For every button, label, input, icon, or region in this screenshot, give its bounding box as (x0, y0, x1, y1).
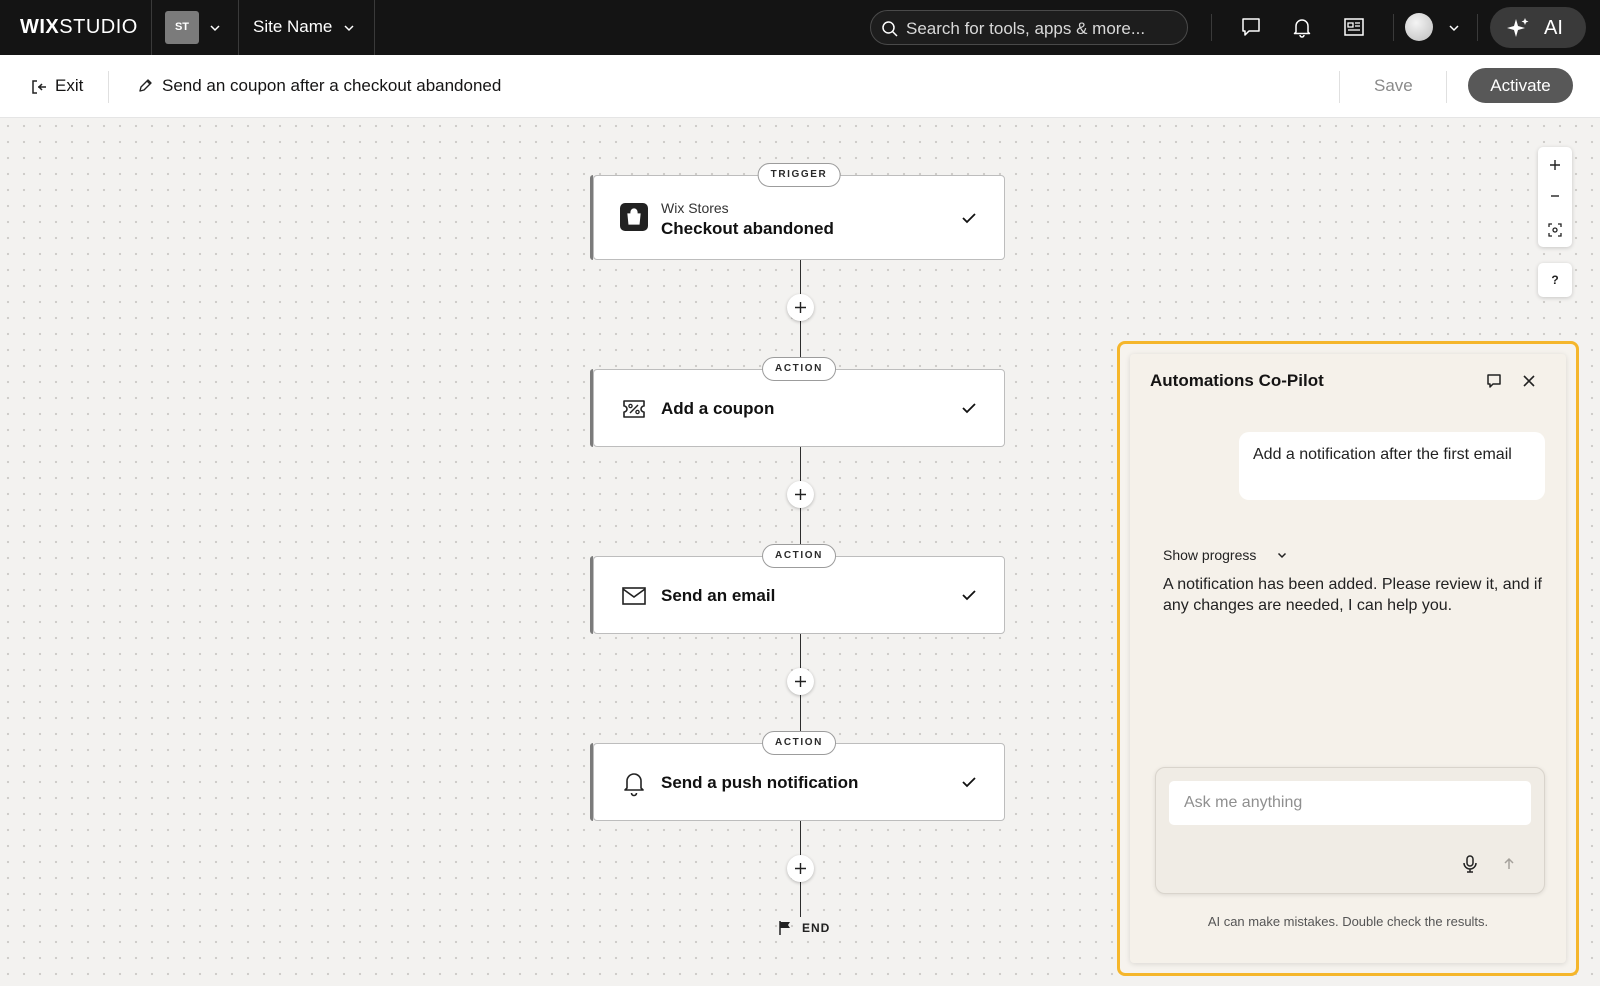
user-message-bubble: Add a notification after the first email (1239, 432, 1545, 500)
node-badge: TRIGGER (757, 163, 841, 187)
trigger-node[interactable]: TRIGGER Wix Stores Checkout abandoned (590, 163, 1005, 260)
bell-icon (624, 773, 644, 797)
zoom-out-icon[interactable] (1547, 188, 1563, 204)
zoom-controls (1538, 147, 1572, 247)
plus-icon (795, 676, 806, 687)
ai-button[interactable]: AI (1490, 7, 1586, 48)
exit-icon (32, 80, 46, 94)
chevron-down-icon (1277, 552, 1287, 559)
node-label: Checkout abandoned (661, 219, 834, 238)
exit-label: Exit (55, 76, 84, 95)
action-node-coupon[interactable]: ACTION Add a coupon (590, 357, 1005, 447)
plus-icon (795, 302, 806, 313)
add-step-button[interactable] (787, 481, 814, 508)
microphone-icon[interactable] (1461, 854, 1479, 874)
site-name-menu[interactable]: Site Name (253, 17, 332, 37)
ai-label: AI (1544, 17, 1563, 39)
chevron-down-icon[interactable] (341, 20, 357, 36)
node-badge: ACTION (762, 731, 836, 755)
plus-icon (795, 863, 806, 874)
ask-input[interactable] (1169, 781, 1531, 825)
automation-header: Exit Send an coupon after a checkout aba… (0, 55, 1600, 118)
node-label: Send an email (661, 586, 776, 605)
check-icon (962, 403, 976, 414)
search-icon (882, 21, 898, 37)
divider (108, 71, 109, 103)
envelope-icon (622, 587, 646, 605)
bell-icon[interactable] (1290, 15, 1314, 39)
automations-copilot-panel: Automations Co-Pilot Add a notification … (1117, 341, 1579, 976)
copilot-content: Automations Co-Pilot Add a notification … (1130, 354, 1566, 963)
show-progress-toggle[interactable]: Show progress (1163, 547, 1287, 563)
save-button[interactable]: Save (1374, 76, 1413, 96)
flag-icon (779, 921, 790, 935)
send-arrow-icon[interactable] (1501, 856, 1517, 872)
node-badge: ACTION (762, 544, 836, 568)
news-icon[interactable] (1342, 15, 1366, 39)
automation-title-text: Send an coupon after a checkout abandone… (162, 76, 502, 95)
divider (374, 0, 375, 55)
divider (1393, 14, 1394, 41)
fit-to-screen-icon[interactable] (1547, 222, 1563, 238)
chevron-down-icon[interactable] (207, 20, 223, 36)
activate-button[interactable]: Activate (1468, 68, 1573, 103)
add-step-button[interactable] (787, 294, 814, 321)
action-node-email[interactable]: ACTION Send an email (590, 544, 1005, 634)
search-placeholder: Search for tools, apps & more... (906, 19, 1146, 38)
coupon-icon (623, 400, 645, 418)
ai-disclaimer: AI can make mistakes. Double check the r… (1207, 914, 1489, 929)
end-label: END (802, 921, 831, 935)
node-label: Send a push notification (661, 773, 859, 792)
node-app-name: Wix Stores (661, 200, 729, 216)
wix-studio-logo[interactable]: WIXSTUDIO (20, 15, 138, 39)
node-label: Add a coupon (661, 399, 775, 418)
help-button[interactable]: ? (1538, 263, 1572, 297)
top-bar: WIXSTUDIO ST Site Name Search for tools,… (0, 0, 1600, 55)
chat-history-icon[interactable] (1485, 372, 1503, 390)
action-node-push-notification[interactable]: ACTION Send a push notification (590, 731, 1005, 821)
check-icon (962, 777, 976, 788)
divider (1446, 71, 1447, 103)
user-avatar[interactable] (1405, 13, 1433, 41)
copilot-title: Automations Co-Pilot (1150, 371, 1324, 390)
plus-icon (795, 489, 806, 500)
node-badge: ACTION (762, 357, 836, 381)
divider (238, 0, 239, 55)
search-bar[interactable]: Search for tools, apps & more... (870, 10, 1188, 45)
assistant-message: A notification has been added. Please re… (1163, 576, 1542, 614)
chat-icon[interactable] (1239, 15, 1263, 39)
divider (1211, 14, 1212, 41)
site-avatar[interactable]: ST (165, 11, 199, 44)
add-step-button[interactable] (787, 668, 814, 695)
add-step-button[interactable] (787, 855, 814, 882)
show-progress-label: Show progress (1163, 547, 1257, 563)
close-icon[interactable] (1520, 372, 1538, 390)
check-icon (962, 213, 976, 224)
sparkle-icon (1507, 18, 1529, 37)
check-icon (962, 590, 976, 601)
divider (151, 0, 152, 55)
divider (1477, 14, 1478, 41)
shopping-bag-icon (620, 203, 648, 231)
pencil-icon (139, 79, 152, 92)
zoom-in-icon[interactable] (1547, 157, 1563, 173)
chevron-down-icon[interactable] (1446, 20, 1462, 36)
divider (1339, 71, 1340, 103)
message-composer (1155, 767, 1545, 894)
